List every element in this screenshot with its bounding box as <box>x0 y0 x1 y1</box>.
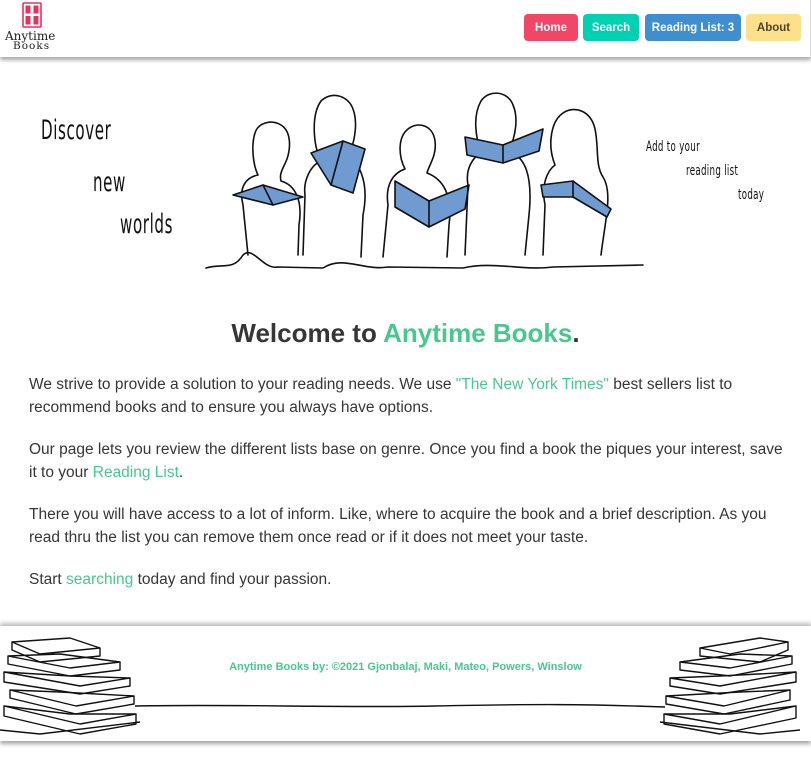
navbar: Anytime Books Home Search Reading List: … <box>0 0 811 57</box>
info-paragraph: There you will have access to a lot of i… <box>29 506 767 546</box>
footer-divider-line <box>135 703 665 708</box>
page-title-prefix: Welcome to <box>231 318 384 348</box>
home-button[interactable]: Home <box>524 14 578 41</box>
hero-cta-line2: reading list <box>686 163 739 179</box>
book-stack-icon <box>0 637 140 735</box>
intro-paragraph: We strive to provide a solution to your … <box>29 373 789 419</box>
search-paragraph: Start searching today and find your pass… <box>29 568 789 591</box>
search-text-1: Start <box>29 571 67 588</box>
page-title-suffix: . <box>572 318 580 348</box>
genre-paragraph: Our page lets you review the different l… <box>29 438 789 484</box>
nyt-link[interactable]: "The New York Times" <box>456 376 609 393</box>
brand-name-line2: Books <box>13 40 51 52</box>
main-content: Welcome to Anytime Books. We strive to p… <box>29 318 789 610</box>
hero-tagline-line1: Discover <box>41 115 112 146</box>
hero-cta-line1: Add to your <box>646 139 700 155</box>
page-title-brand: Anytime Books <box>383 318 573 348</box>
people-reading-illustration <box>205 92 644 269</box>
reading-list-link[interactable]: Reading List <box>93 464 179 481</box>
intro-text-1: We strive to provide a solution to your … <box>29 376 456 393</box>
bookshelf-icon <box>22 2 42 28</box>
search-text-2: today and find your passion. <box>133 571 332 588</box>
search-button[interactable]: Search <box>583 14 639 41</box>
about-button[interactable]: About <box>746 14 801 41</box>
hero-banner: Discover new worlds Add to your reading … <box>0 57 811 297</box>
hero-cta-line3: today <box>738 187 765 203</box>
footer: Anytime Books by: ©2021 Gjonbalaj, Maki,… <box>0 626 811 741</box>
reading-list-button[interactable]: Reading List: 3 <box>645 14 741 41</box>
book-stack-icon <box>660 637 800 735</box>
hero-tagline-line2: new <box>93 167 126 198</box>
searching-link[interactable]: searching <box>66 571 133 588</box>
page-title: Welcome to Anytime Books. <box>0 318 811 349</box>
brand-logo-link[interactable]: Anytime Books <box>3 2 59 54</box>
genre-text-2: . <box>178 464 184 481</box>
hero-tagline-line3: worlds <box>120 209 174 240</box>
